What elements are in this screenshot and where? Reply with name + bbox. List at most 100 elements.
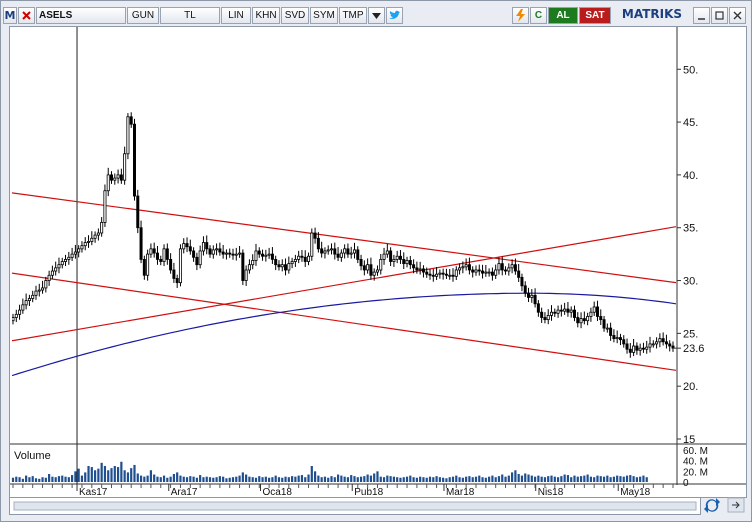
candle[interactable]	[221, 244, 225, 259]
candle[interactable]	[375, 265, 379, 276]
volume-bar[interactable]	[566, 475, 570, 482]
candle[interactable]	[536, 300, 540, 317]
volume-bar[interactable]	[67, 477, 70, 482]
volume-bar[interactable]	[497, 476, 501, 482]
candle[interactable]	[589, 307, 593, 322]
volume-bar[interactable]	[589, 476, 593, 482]
volume-bar[interactable]	[34, 478, 38, 482]
volume-bar[interactable]	[159, 477, 162, 482]
candle[interactable]	[438, 269, 442, 279]
candle[interactable]	[307, 252, 311, 266]
candle[interactable]	[389, 247, 393, 267]
candle[interactable]	[182, 238, 186, 254]
volume-bar[interactable]	[126, 472, 130, 482]
volume-bar[interactable]	[583, 475, 586, 482]
candle[interactable]	[132, 118, 136, 201]
volume-bar[interactable]	[189, 476, 192, 482]
currency-button[interactable]: TL	[160, 6, 220, 24]
volume-bar[interactable]	[504, 476, 507, 482]
volume-bar[interactable]	[507, 475, 510, 482]
volume-bar[interactable]	[38, 478, 41, 482]
volume-bar[interactable]	[287, 477, 290, 482]
candle[interactable]	[481, 264, 485, 279]
volume-bar[interactable]	[74, 471, 77, 482]
volume-bar[interactable]	[61, 475, 64, 482]
volume-bar[interactable]	[570, 477, 573, 482]
candle[interactable]	[90, 231, 94, 246]
candle[interactable]	[159, 255, 163, 266]
candle[interactable]	[582, 311, 586, 325]
candle[interactable]	[471, 266, 475, 278]
candle[interactable]	[622, 335, 626, 348]
symbol-field[interactable]: ASELS	[36, 6, 126, 24]
volume-bar[interactable]	[520, 475, 524, 482]
volume-bar[interactable]	[120, 461, 123, 482]
candle[interactable]	[595, 300, 599, 321]
candle[interactable]	[96, 228, 100, 241]
candle[interactable]	[287, 256, 291, 274]
candle[interactable]	[152, 242, 156, 258]
candle[interactable]	[605, 323, 609, 333]
candle[interactable]	[635, 342, 639, 355]
volume-bar[interactable]	[110, 468, 113, 482]
volume-bar[interactable]	[517, 474, 520, 482]
volume-bar[interactable]	[93, 470, 97, 482]
volume-bar[interactable]	[422, 477, 425, 482]
volume-bar[interactable]	[185, 477, 189, 482]
moving-average-line[interactable]	[12, 292, 676, 377]
candle[interactable]	[346, 243, 350, 258]
volume-bar[interactable]	[356, 477, 359, 482]
candle[interactable]	[507, 263, 511, 276]
candle[interactable]	[41, 280, 45, 294]
volume-bar[interactable]	[21, 478, 24, 482]
volume-bar[interactable]	[54, 477, 57, 482]
volume-bar[interactable]	[133, 464, 136, 482]
candle[interactable]	[146, 249, 150, 281]
candle[interactable]	[320, 241, 324, 258]
candle[interactable]	[352, 242, 356, 259]
volume-bar[interactable]	[642, 475, 645, 482]
candle[interactable]	[261, 249, 265, 261]
candle[interactable]	[530, 289, 534, 303]
buy-button[interactable]: AL	[548, 6, 578, 24]
volume-bar[interactable]	[64, 476, 67, 482]
candle[interactable]	[625, 338, 629, 354]
volume-bar[interactable]	[123, 470, 126, 482]
candle[interactable]	[418, 261, 422, 275]
candle[interactable]	[27, 294, 31, 306]
volume-bar[interactable]	[455, 475, 458, 482]
volume-bar[interactable]	[415, 477, 418, 482]
sym-button[interactable]: SYM	[310, 6, 338, 24]
volume-bar[interactable]	[199, 475, 202, 482]
candle[interactable]	[553, 308, 557, 317]
candle[interactable]	[178, 244, 182, 287]
candle[interactable]	[244, 265, 248, 286]
candle[interactable]	[47, 270, 51, 286]
restore-icon[interactable]	[711, 6, 728, 24]
volume-bar[interactable]	[639, 476, 642, 482]
candle[interactable]	[257, 247, 261, 258]
candle[interactable]	[274, 255, 278, 271]
volume-bar[interactable]	[103, 466, 107, 482]
volume-bar[interactable]	[215, 477, 218, 482]
volume-bar[interactable]	[609, 477, 612, 482]
volume-bar[interactable]	[77, 468, 80, 482]
channel-line[interactable]	[12, 226, 676, 342]
candle[interactable]	[316, 232, 320, 253]
volume-bar[interactable]	[494, 477, 497, 482]
candle[interactable]	[238, 245, 242, 258]
candle[interactable]	[211, 245, 215, 259]
volume-bar[interactable]	[172, 474, 175, 482]
candle[interactable]	[510, 259, 514, 274]
volume-bar[interactable]	[573, 475, 576, 482]
volume-bar[interactable]	[310, 466, 313, 482]
volume-bar[interactable]	[432, 477, 435, 482]
candle[interactable]	[54, 261, 58, 276]
candle[interactable]	[671, 341, 675, 352]
chart-scrollbar[interactable]	[9, 497, 701, 515]
volume-bar[interactable]	[481, 477, 484, 482]
volume-bar[interactable]	[268, 477, 271, 482]
candle[interactable]	[70, 247, 74, 261]
volume-bar[interactable]	[258, 476, 261, 482]
candle[interactable]	[366, 258, 370, 274]
